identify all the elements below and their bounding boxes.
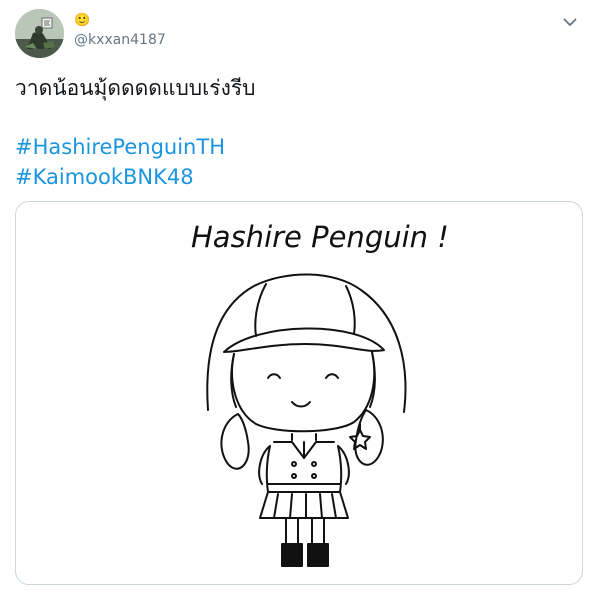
hashtag-link[interactable]: #HashirePenguinTH — [15, 132, 580, 162]
tweet-body: วาดน้อนมุ้ดดดดแบบเร่งรีบ — [15, 76, 256, 100]
display-name[interactable]: 🙂 — [74, 10, 90, 30]
hashtag-link[interactable]: #KaimookBNK48 — [15, 162, 580, 192]
tweet-card: 🙂 @kxxan4187 วาดน้อนมุ้ดดดดแบบเร่งรีบ #H… — [0, 0, 598, 595]
tweet-text: วาดน้อนมุ้ดดดดแบบเร่งรีบ #HashirePenguin… — [15, 74, 580, 192]
avatar[interactable] — [15, 9, 64, 58]
avatar-photo-icon — [15, 9, 64, 58]
display-name-emoji: 🙂 — [74, 12, 91, 28]
tweet-media[interactable]: Hashire Penguin ! — [15, 201, 583, 585]
chibi-drawing: Hashire Penguin ! — [191, 220, 449, 567]
tweet-menu-button[interactable] — [558, 10, 582, 34]
chevron-down-icon — [563, 18, 577, 26]
user-handle[interactable]: @kxxan4187 — [74, 32, 166, 48]
drawing-title: Hashire Penguin ! — [191, 220, 449, 254]
